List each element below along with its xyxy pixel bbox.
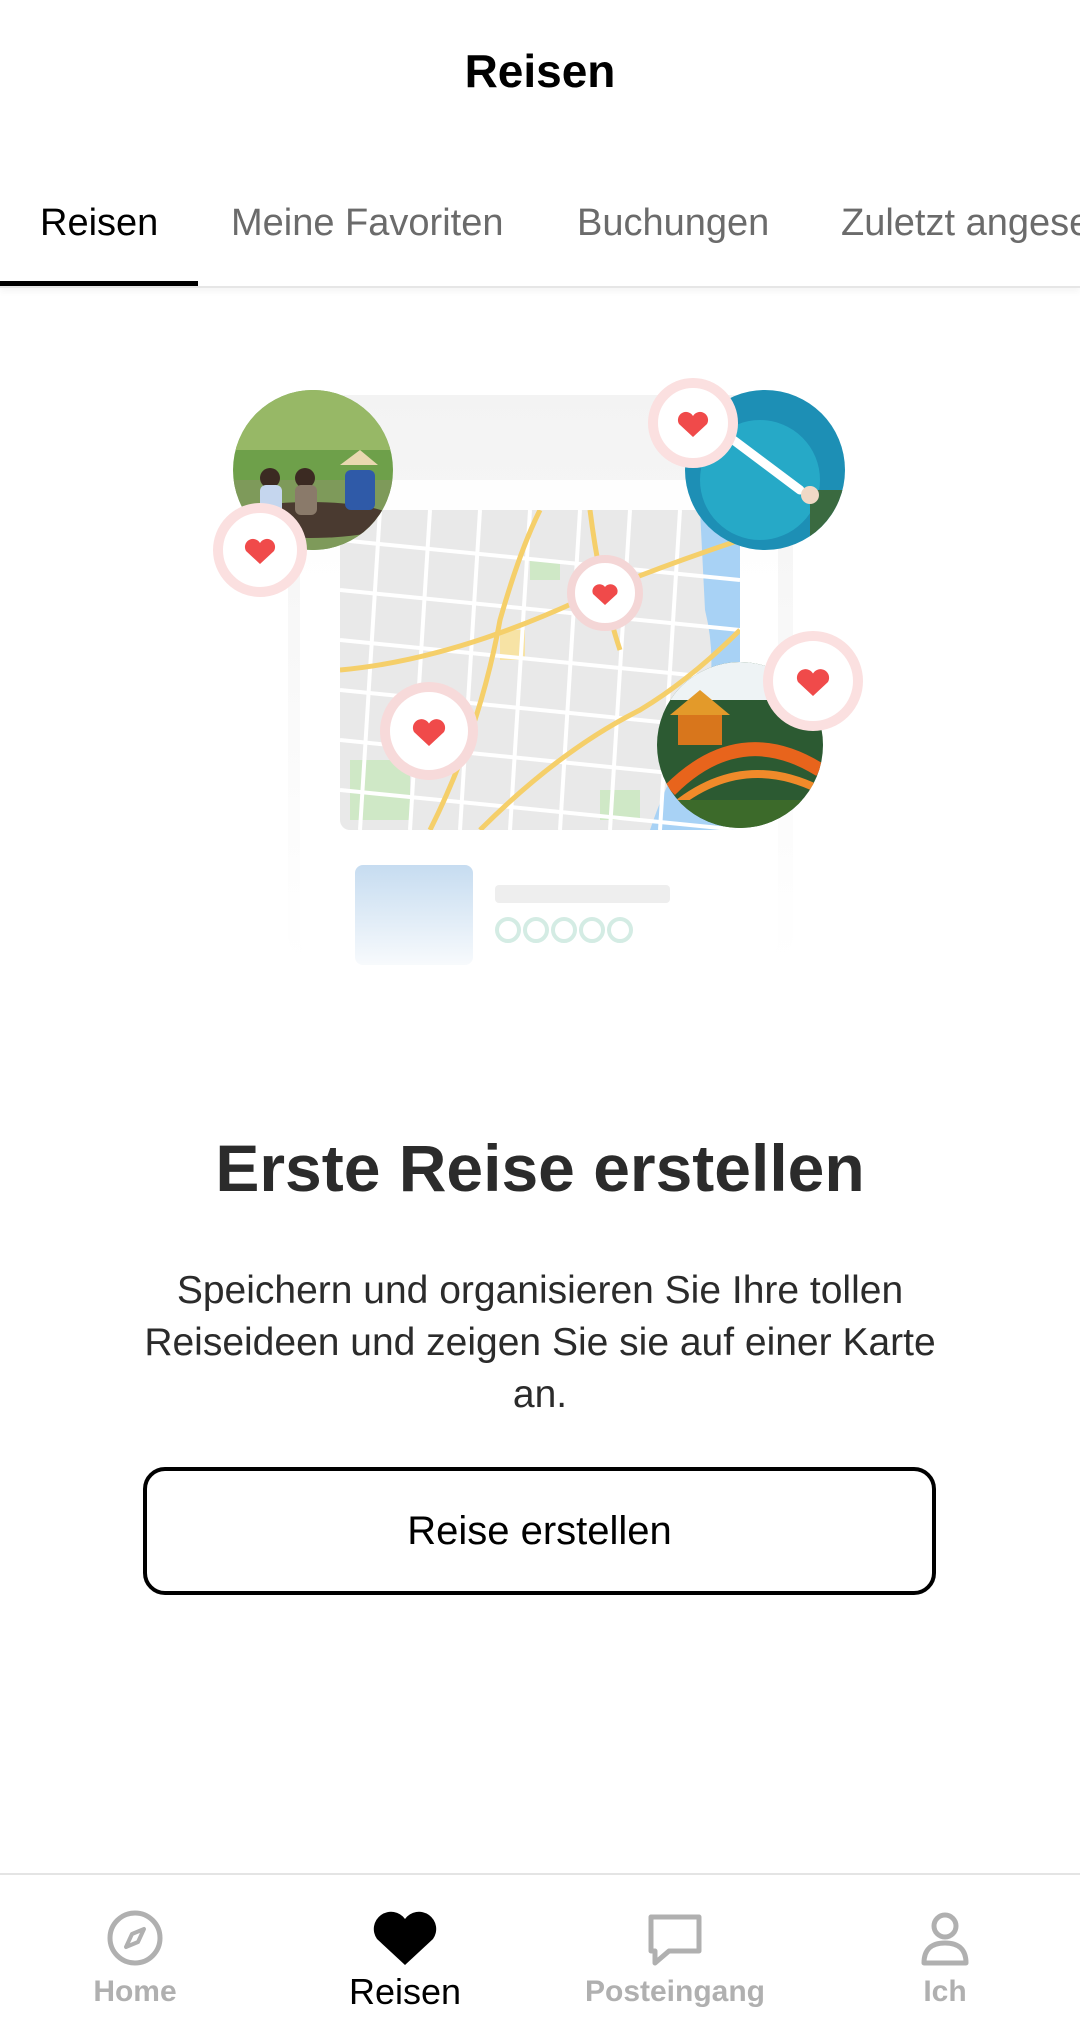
bottom-navigation: Home Reisen Posteingang Ich <box>0 1873 1080 2025</box>
empty-state-description: Speichern und organisieren Sie Ihre toll… <box>144 1269 936 1416</box>
top-app-bar: Reisen <box>0 0 1080 150</box>
tab-zuletzt-angesehen[interactable]: Zuletzt angesehen <box>841 160 1080 286</box>
nav-item-reisen[interactable]: Reisen <box>270 1875 540 2025</box>
page-title: Reisen <box>464 45 616 97</box>
person-icon <box>920 1905 970 1967</box>
nav-item-ich[interactable]: Ich <box>810 1875 1080 2025</box>
tab-bar: Reisen Meine Favoriten Buchungen Zuletzt… <box>0 160 1080 288</box>
app-root: Reisen Reisen Meine Favoriten Buchungen … <box>0 0 1080 2025</box>
active-tab-indicator <box>0 281 198 286</box>
create-trip-button[interactable]: Reise erstellen <box>143 1467 936 1595</box>
nav-label-ich: Ich <box>923 1975 967 2008</box>
nav-label-reisen: Reisen <box>348 1971 462 2012</box>
heart-icon <box>371 1905 439 1967</box>
heart-pin-icon <box>213 503 307 597</box>
tab-favoriten[interactable]: Meine Favoriten <box>231 160 503 286</box>
message-icon <box>647 1905 703 1967</box>
heart-pin-icon <box>648 378 738 468</box>
nav-label-home: Home <box>93 1975 177 2008</box>
empty-state-illustration <box>200 370 880 990</box>
compass-icon <box>106 1905 164 1967</box>
nav-item-home[interactable]: Home <box>0 1875 270 2025</box>
tab-reisen[interactable]: Reisen <box>40 160 158 286</box>
map-illustration <box>213 378 863 965</box>
empty-state-title: Erste Reise erstellen <box>215 1131 865 1205</box>
tab-buchungen[interactable]: Buchungen <box>577 160 769 286</box>
nav-label-posteingang: Posteingang <box>584 1975 765 2008</box>
heart-pin-icon <box>763 631 863 731</box>
heart-pin-icon <box>567 555 643 631</box>
heart-pin-icon <box>380 682 478 780</box>
nav-item-posteingang[interactable]: Posteingang <box>540 1875 810 2025</box>
